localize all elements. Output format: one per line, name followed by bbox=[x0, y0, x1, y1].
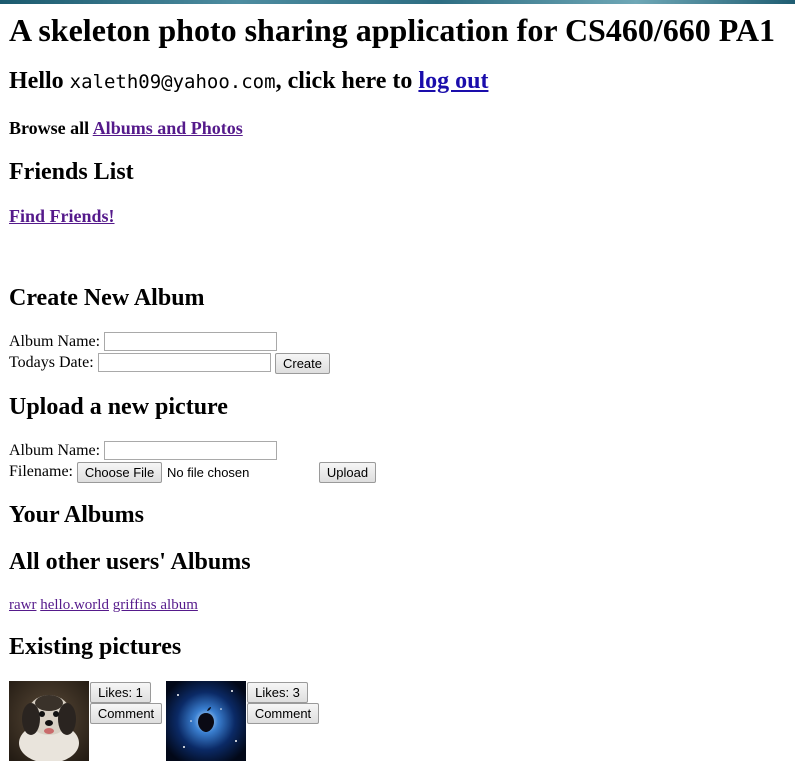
other-albums-list: rawr hello.world griffins album bbox=[9, 597, 198, 614]
upload-heading: Upload a new picture bbox=[9, 394, 228, 420]
create-album-date-input[interactable] bbox=[98, 353, 271, 372]
no-file-chosen-text: No file chosen bbox=[167, 465, 250, 480]
picture-1-comment-button[interactable]: Comment bbox=[90, 703, 162, 724]
greeting-line: Hello xaleth09@yahoo.com, click here to … bbox=[9, 68, 488, 95]
album-link-hello-world[interactable]: hello.world bbox=[40, 597, 109, 613]
logout-link[interactable]: log out bbox=[418, 68, 488, 94]
choose-file-button[interactable]: Choose File bbox=[77, 462, 162, 483]
user-email: xaleth09@yahoo.com bbox=[69, 71, 276, 93]
find-friends-link[interactable]: Find Friends! bbox=[9, 206, 115, 226]
picture-1-likes-button[interactable]: Likes: 1 bbox=[90, 682, 151, 703]
window-top-edge bbox=[0, 0, 795, 4]
galaxy-photo-image bbox=[166, 681, 246, 761]
create-album-name-label: Album Name: bbox=[9, 333, 101, 350]
upload-filename-label: Filename: bbox=[9, 463, 73, 480]
your-albums-heading: Your Albums bbox=[9, 502, 144, 528]
greeting-hello: Hello bbox=[9, 68, 64, 94]
dog-photo-image bbox=[9, 681, 89, 761]
friends-heading: Friends List bbox=[9, 159, 134, 185]
picture-thumbnail-galaxy[interactable] bbox=[166, 681, 246, 761]
albums-and-photos-link[interactable]: Albums and Photos bbox=[93, 118, 243, 138]
picture-thumbnail-dog[interactable] bbox=[9, 681, 89, 761]
album-link-rawr[interactable]: rawr bbox=[9, 597, 36, 613]
greeting-middle: , click here to bbox=[275, 68, 413, 94]
browse-line: Browse all Albums and Photos bbox=[9, 118, 243, 139]
existing-pictures-heading: Existing pictures bbox=[9, 634, 182, 660]
upload-album-name-input[interactable] bbox=[104, 441, 277, 460]
album-link-griffins-album[interactable]: griffins album bbox=[113, 597, 198, 613]
create-album-date-label: Todays Date: bbox=[9, 354, 94, 371]
browse-prefix: Browse all bbox=[9, 118, 90, 138]
create-album-button[interactable]: Create bbox=[275, 353, 330, 374]
find-friends-line: Find Friends! bbox=[9, 206, 115, 227]
upload-album-name-label: Album Name: bbox=[9, 442, 101, 459]
page-title: A skeleton photo sharing application for… bbox=[9, 12, 776, 48]
create-album-name-input[interactable] bbox=[104, 332, 277, 351]
picture-2-likes-button[interactable]: Likes: 3 bbox=[247, 682, 308, 703]
upload-button[interactable]: Upload bbox=[319, 462, 376, 483]
create-album-heading: Create New Album bbox=[9, 285, 205, 311]
picture-2-comment-button[interactable]: Comment bbox=[247, 703, 319, 724]
other-albums-heading: All other users' Albums bbox=[9, 549, 251, 575]
